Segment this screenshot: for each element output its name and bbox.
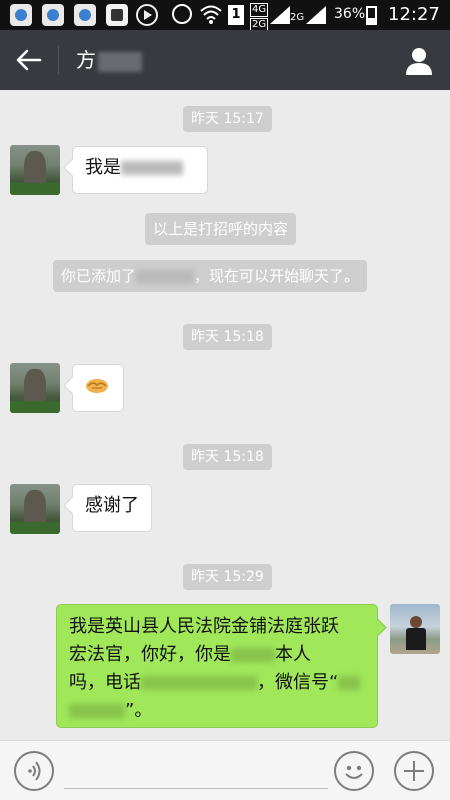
network-type-label: 2G — [290, 12, 305, 23]
redacted-text — [338, 676, 361, 690]
battery-percent: 36% — [334, 6, 366, 22]
contact-avatar[interactable] — [10, 363, 60, 413]
incoming-message[interactable] — [72, 364, 124, 412]
chat-title-text: 方 — [76, 48, 96, 72]
gallery-app-icon — [42, 4, 64, 26]
emoji-icon[interactable] — [334, 751, 374, 791]
contact-avatar[interactable] — [10, 145, 60, 195]
redacted-text — [136, 269, 195, 284]
timestamp: 昨天 15:18 — [183, 324, 272, 350]
handshake-icon — [86, 379, 108, 393]
s-app-icon — [106, 4, 128, 26]
gallery-app-icon — [74, 4, 96, 26]
person-icon[interactable] — [402, 44, 436, 78]
voice-icon[interactable] — [14, 751, 54, 791]
timestamp: 昨天 15:17 — [183, 106, 272, 132]
redacted-text — [231, 648, 275, 662]
own-avatar[interactable] — [390, 604, 440, 654]
alarm-icon — [172, 4, 192, 24]
clock: 12:27 — [388, 4, 440, 25]
chat-area[interactable]: 昨天 15:17 我是 以上是打招呼的内容 你已添加了 ，现在可以开始聊天了。 昨… — [0, 90, 450, 740]
timestamp: 昨天 15:18 — [183, 444, 272, 470]
incoming-message[interactable]: 我是 — [72, 146, 208, 194]
sim-indicator: 1 — [228, 5, 244, 25]
plus-icon[interactable] — [394, 751, 434, 791]
arrow-left-icon[interactable] — [14, 45, 44, 75]
network-type-indicator: 4G 2G — [250, 3, 269, 32]
divider — [58, 46, 59, 74]
emoji-icon-glyph — [345, 765, 363, 779]
message-input[interactable] — [64, 753, 328, 789]
status-bar: 1 4G 2G 2G 36% 12:27 — [0, 0, 450, 32]
redacted-text — [121, 161, 183, 175]
incoming-message[interactable]: 感谢了 — [72, 484, 152, 532]
input-bar — [0, 740, 450, 800]
outgoing-message[interactable]: 我是英山县人民法院金铺法庭张跃 宏法官，你好，你是 本人 吗，电话 ，微信号“ ”。 — [56, 604, 378, 728]
redacted-text — [141, 676, 257, 690]
signal-icon — [270, 6, 290, 24]
timestamp: 昨天 15:29 — [183, 564, 272, 590]
system-message: 以上是打招呼的内容 — [145, 213, 297, 245]
signal-icon — [306, 6, 326, 24]
battery-icon — [366, 6, 377, 25]
play-app-icon — [136, 4, 158, 26]
chat-title: 方 — [76, 46, 142, 74]
gallery-app-icon — [10, 4, 32, 26]
redacted-text — [69, 704, 125, 718]
contact-avatar[interactable] — [10, 484, 60, 534]
redacted-name — [98, 51, 142, 72]
voice-icon-glyph — [28, 761, 41, 781]
chat-header: 方 — [0, 30, 450, 90]
wifi-icon — [200, 5, 222, 24]
system-message: 你已添加了 ，现在可以开始聊天了。 — [53, 260, 368, 292]
